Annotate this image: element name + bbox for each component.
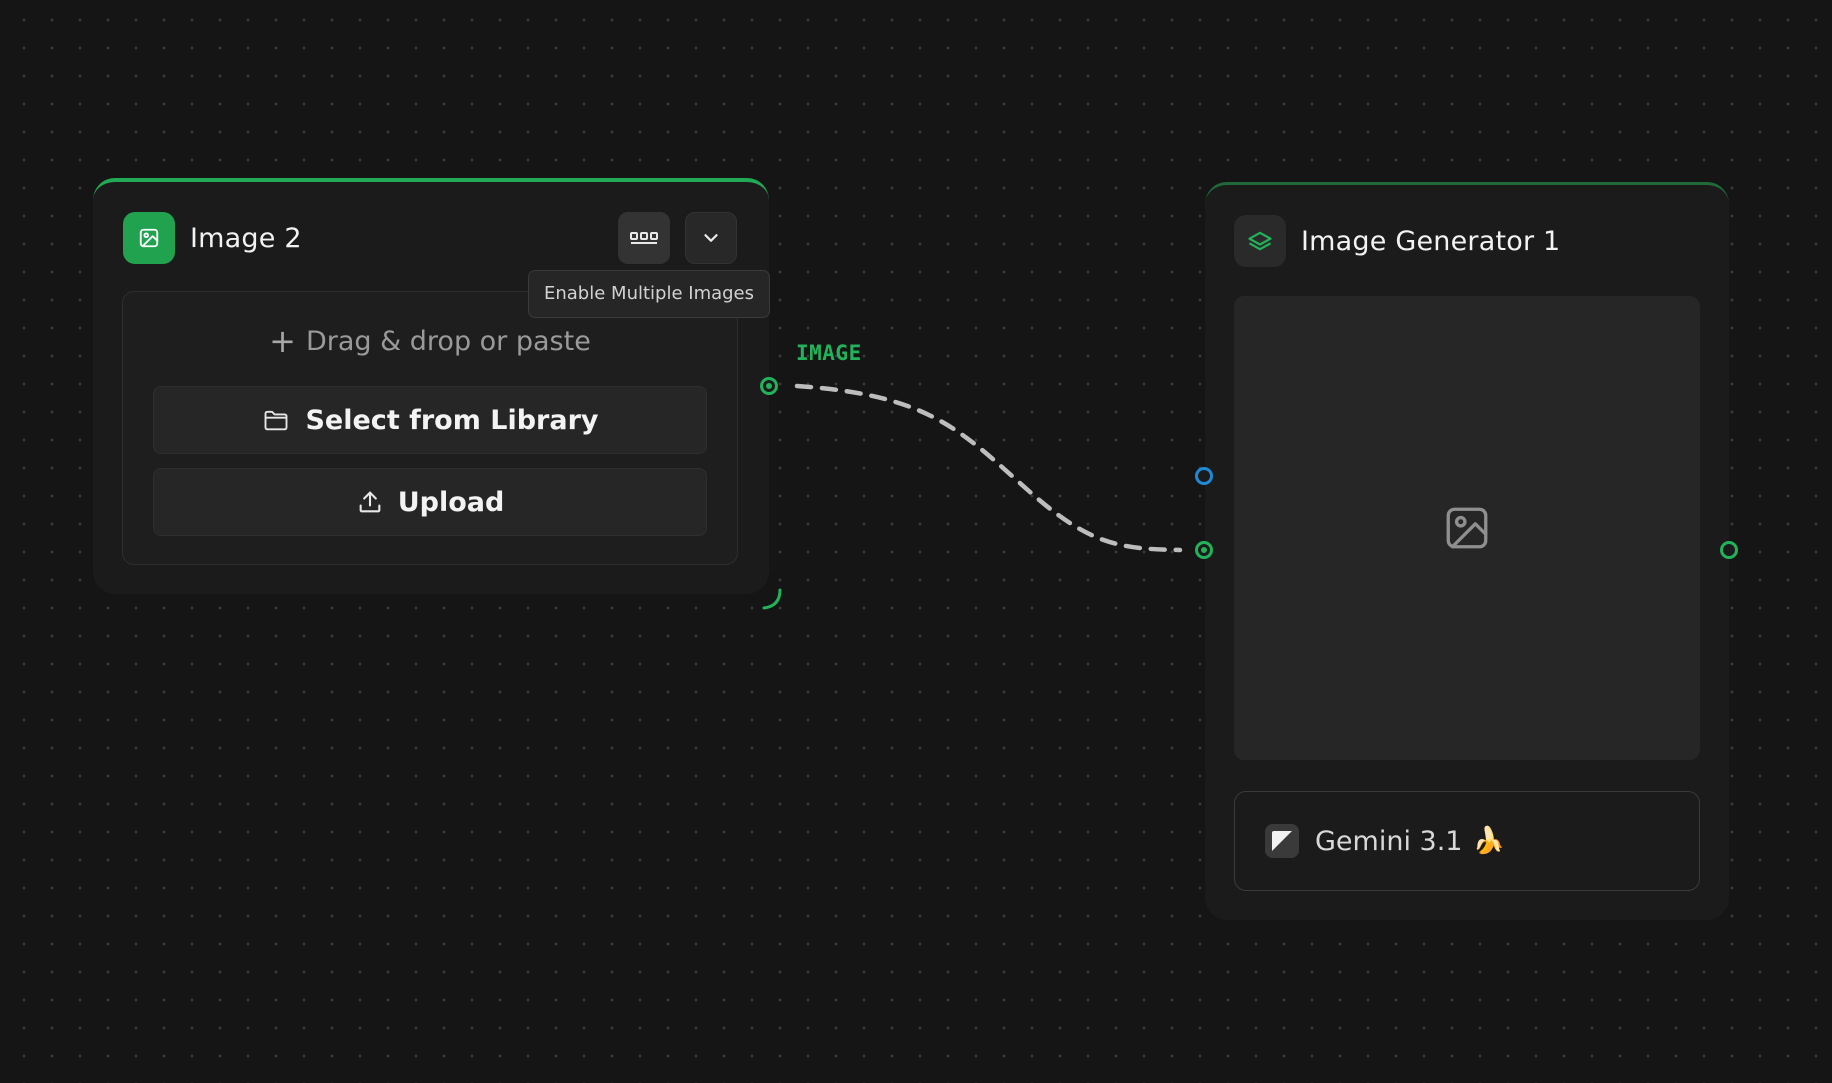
generated-image-preview [1234,296,1700,760]
generator-output-port[interactable] [1720,541,1738,559]
grid-dots-icon [630,232,658,244]
layers-icon [1234,215,1286,267]
library-button-label: Select from Library [305,404,599,436]
generator-node-title: Image Generator 1 [1301,225,1561,257]
image-node-header[interactable]: Image 2 [123,212,302,264]
drop-hint: + Drag & drop or paste [123,322,737,360]
upload-icon [359,491,381,513]
upload-button-label: Upload [397,486,505,518]
image-icon [123,212,175,264]
workflow-canvas[interactable]: Image 2 + Drag & drop or paste Select fr… [0,0,1832,1083]
banana-emoji: 🍌 [1472,826,1505,856]
enable-multiple-images-tooltip: Enable Multiple Images [528,270,771,318]
folder-icon [265,410,288,431]
output-port-label: IMAGE [796,341,862,365]
image-node[interactable]: Image 2 + Drag & drop or paste Select fr… [93,178,769,594]
chevron-down-icon [704,234,718,242]
plus-icon: + [269,322,296,360]
enable-multiple-images-button[interactable] [618,212,670,264]
image-output-port[interactable] [760,377,778,395]
image-generator-node[interactable]: Image Generator 1 Gemini 3.1 🍌 [1205,182,1729,920]
model-selector[interactable]: Gemini 3.1 🍌 [1234,791,1700,891]
resize-handle [762,588,782,610]
generator-input-port-prompt[interactable] [1195,467,1213,485]
image-drop-zone[interactable]: + Drag & drop or paste Select from Libra… [122,291,738,565]
connection-edge [794,383,1183,553]
generator-node-header[interactable]: Image Generator 1 [1234,215,1560,267]
upload-button[interactable]: Upload [153,468,707,536]
select-from-library-button[interactable]: Select from Library [153,386,707,454]
collapse-button[interactable] [685,212,737,264]
image-placeholder-icon [1446,507,1488,549]
image-node-title: Image 2 [190,222,302,254]
generator-input-port-image[interactable] [1195,541,1213,559]
model-label: Gemini 3.1 [1315,825,1463,857]
gemini-logo-icon [1265,824,1299,858]
drop-hint-text: Drag & drop or paste [305,325,591,357]
